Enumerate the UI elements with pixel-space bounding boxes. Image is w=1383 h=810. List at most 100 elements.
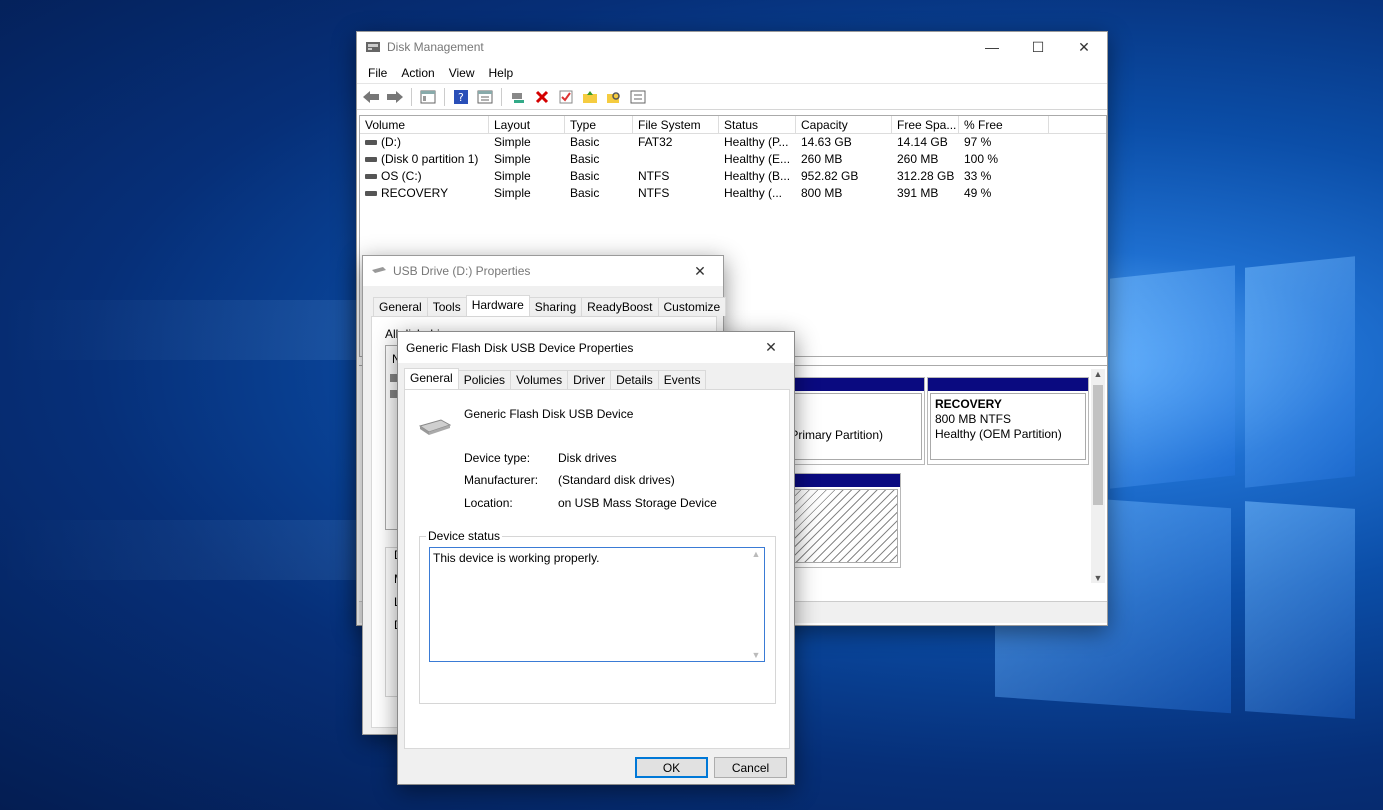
menu-help[interactable]: Help [482, 66, 521, 80]
tab-driver[interactable]: Driver [567, 370, 612, 389]
manufacturer-value: (Standard disk drives) [558, 473, 675, 487]
ok-button[interactable]: OK [635, 757, 708, 778]
table-row[interactable]: OS (C:) Simple Basic NTFS Healthy (B... … [360, 168, 1106, 185]
column-layout[interactable]: Layout [489, 116, 565, 133]
recovery-status: Healthy (OEM Partition) [935, 427, 1062, 441]
window-title: Disk Management [387, 40, 484, 54]
back-arrow-icon[interactable] [361, 87, 381, 107]
tab-details[interactable]: Details [610, 370, 659, 389]
device-type-value: Disk drives [558, 451, 617, 465]
fs-cell [633, 151, 719, 168]
table-row[interactable]: (D:) Simple Basic FAT32 Healthy (P... 14… [360, 134, 1106, 151]
recovery-size: 800 MB NTFS [935, 412, 1012, 426]
scroll-thumb[interactable] [1093, 385, 1103, 505]
tab-general[interactable]: General [373, 297, 428, 316]
connect-icon[interactable] [508, 87, 528, 107]
type-cell: Basic [570, 169, 600, 183]
volume-block-recovery[interactable]: RECOVERY 800 MB NTFS Healthy (OEM Partit… [927, 377, 1089, 465]
menu-bar: File Action View Help [357, 62, 1107, 84]
pct-cell: 49 % [964, 186, 992, 200]
tab-volumes[interactable]: Volumes [510, 370, 569, 389]
column-status[interactable]: Status [719, 116, 796, 133]
capacity-cell: 952.82 GB [801, 169, 859, 183]
drive-icon [365, 191, 377, 197]
table-row[interactable]: RECOVERY Simple Basic NTFS Healthy (... … [360, 185, 1106, 202]
type-cell: Basic [570, 152, 600, 166]
fs-cell: FAT32 [638, 135, 673, 149]
fs-cell: NTFS [638, 169, 670, 183]
close-button[interactable]: ✕ [677, 256, 723, 286]
forward-arrow-icon[interactable] [385, 87, 405, 107]
close-button[interactable]: ✕ [748, 332, 794, 363]
search-icon[interactable] [604, 87, 624, 107]
general-tab-panel: Generic Flash Disk USB Device Device typ… [404, 389, 790, 749]
device-status-group: Device status This device is working pro… [419, 529, 776, 704]
location-label: Location: [464, 496, 513, 510]
volume-block-usb[interactable] [789, 473, 901, 568]
toolbar: ? [357, 84, 1107, 110]
console-tree-icon[interactable] [418, 87, 438, 107]
tab-customize[interactable]: Customize [657, 297, 727, 316]
pct-cell: 100 % [964, 152, 999, 166]
tab-events[interactable]: Events [657, 370, 707, 389]
textbox-scrollbar[interactable]: ▲ ▼ [749, 549, 763, 660]
column-capacity[interactable]: Capacity [796, 116, 892, 133]
device-status-label: Device status [426, 529, 503, 543]
list-icon[interactable] [628, 87, 648, 107]
tab-readyboost[interactable]: ReadyBoost [581, 297, 659, 316]
column-file-system[interactable]: File System [633, 116, 719, 133]
layout-cell: Simple [494, 135, 531, 149]
column-percent-free[interactable]: % Free [959, 116, 1049, 133]
status-cell: Healthy (B... [724, 169, 791, 183]
manufacturer-label: Manufacturer: [464, 473, 539, 487]
column-free-space[interactable]: Free Spa... [892, 116, 959, 133]
dialog-title: USB Drive (D:) Properties [393, 264, 531, 278]
free-cell: 391 MB [897, 186, 939, 200]
recovery-name: RECOVERY [935, 397, 1002, 411]
scroll-down-icon[interactable]: ▼ [1091, 573, 1105, 583]
tab-hardware[interactable]: Hardware [465, 295, 530, 316]
pct-cell: 33 % [964, 169, 992, 183]
vertical-scrollbar[interactable]: ▲ ▼ [1091, 369, 1105, 583]
dialog-title: Generic Flash Disk USB Device Properties [406, 340, 634, 355]
device-properties-dialog: Generic Flash Disk USB Device Properties… [397, 331, 795, 785]
free-cell: 14.14 GB [897, 135, 948, 149]
menu-action[interactable]: Action [394, 66, 441, 80]
delete-icon[interactable] [532, 87, 552, 107]
column-volume[interactable]: Volume [360, 116, 489, 133]
check-icon[interactable] [556, 87, 576, 107]
type-cell: Basic [570, 135, 600, 149]
volume-name: OS (C:) [381, 169, 422, 183]
layout-cell: Simple [494, 169, 531, 183]
tab-general[interactable]: General [404, 368, 459, 389]
pct-cell: 97 % [964, 135, 992, 149]
layout-cell: Simple [494, 152, 531, 166]
close-button[interactable]: ✕ [1061, 32, 1107, 62]
column-type[interactable]: Type [565, 116, 633, 133]
tab-tools[interactable]: Tools [426, 297, 467, 316]
title-bar[interactable]: Generic Flash Disk USB Device Properties [398, 332, 794, 363]
cancel-button[interactable]: Cancel [714, 757, 787, 778]
menu-file[interactable]: File [361, 66, 394, 80]
minimize-button[interactable]: — [969, 32, 1015, 62]
status-cell: Healthy (E... [724, 152, 791, 166]
table-row[interactable]: (Disk 0 partition 1) Simple Basic Health… [360, 151, 1106, 168]
svg-text:?: ? [458, 91, 464, 104]
tab-sharing[interactable]: Sharing [528, 297, 583, 316]
title-bar[interactable]: USB Drive (D:) Properties [363, 256, 723, 286]
maximize-button[interactable]: ☐ [1015, 32, 1061, 62]
properties-icon[interactable] [475, 87, 495, 107]
menu-view[interactable]: View [442, 66, 482, 80]
scroll-down-icon[interactable]: ▼ [752, 650, 761, 660]
tab-policies[interactable]: Policies [457, 370, 512, 389]
free-cell: 260 MB [897, 152, 939, 166]
scroll-up-icon[interactable]: ▲ [1091, 369, 1105, 379]
free-cell: 312.28 GB [897, 169, 955, 183]
disk-management-icon [365, 40, 381, 54]
usb-drive-icon [371, 264, 387, 278]
device-status-textbox[interactable]: This device is working properly. ▲ ▼ [429, 547, 765, 662]
scroll-up-icon[interactable]: ▲ [752, 549, 761, 559]
help-icon[interactable]: ? [451, 87, 471, 107]
tab-strip: General Policies Volumes Driver Details … [404, 368, 707, 389]
open-folder-icon[interactable] [580, 87, 600, 107]
